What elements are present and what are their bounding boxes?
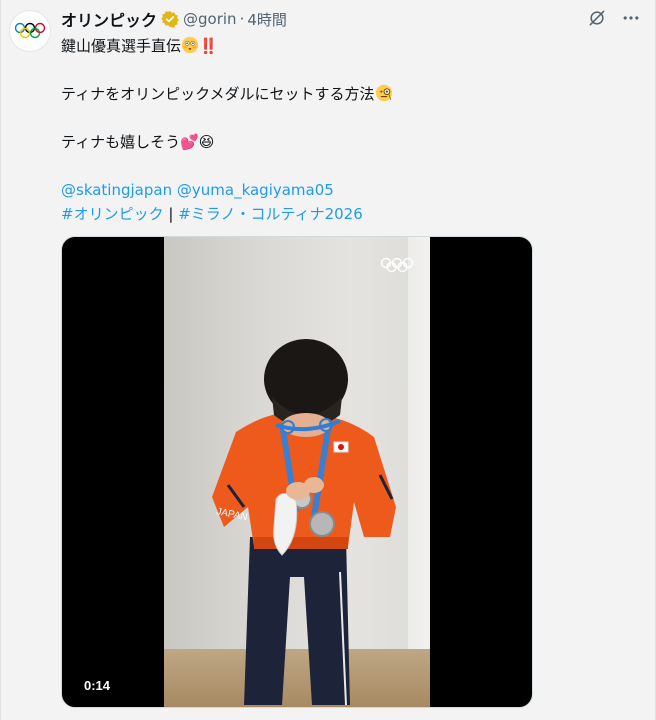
tweet-text-1: 鍵山優真選手直伝: [61, 37, 182, 55]
hashtags-line: #オリンピック | #ミラノ・コルティナ2026: [61, 202, 641, 226]
separator: ·: [239, 10, 245, 28]
grinning-squinting-emoji: 😆: [198, 133, 215, 151]
tweet-header: オリンピック @gorin · 4時間: [61, 8, 287, 30]
hashtag-olympic[interactable]: #オリンピック: [61, 205, 164, 223]
double-exclamation-emoji: ‼️: [199, 37, 218, 55]
tweet-line-3: ティナも嬉しそう💕😆: [61, 130, 641, 154]
two-hearts-emoji: 💕: [180, 133, 199, 151]
display-name[interactable]: オリンピック: [61, 7, 157, 31]
tweet-text-3: ティナも嬉しそう: [61, 133, 181, 151]
video-duration: 0:14: [84, 678, 111, 693]
timestamp[interactable]: 4時間: [247, 9, 287, 30]
mention-yuma-kagiyama[interactable]: @yuma_kagiyama05: [177, 181, 334, 199]
monocle-face-emoji-icon: [375, 84, 392, 102]
avatar[interactable]: [9, 10, 51, 52]
more-icon[interactable]: [621, 8, 641, 28]
handle[interactable]: @gorin: [183, 10, 237, 28]
video-player[interactable]: JAPAN 0:14: [61, 236, 533, 708]
olympic-rings-watermark-icon: [380, 257, 414, 273]
mention-skatingjapan[interactable]: @skatingjapan: [61, 181, 172, 199]
verified-badge-icon[interactable]: [161, 10, 179, 28]
tweet-text-2: ティナをオリンピックメダルにセットする方法: [61, 85, 375, 103]
video-frame: JAPAN: [164, 237, 430, 707]
grok-icon[interactable]: [587, 8, 607, 28]
top-actions: [587, 8, 641, 28]
olympic-rings-icon: [14, 22, 46, 39]
athlete-figure: JAPAN: [212, 339, 396, 706]
tweet-body: 鍵山優真選手直伝 ‼️ ティナをオリンピックメダルにセットする方法 ティナも嬉し…: [61, 34, 641, 226]
tweet-line-1: 鍵山優真選手直伝 ‼️: [61, 34, 641, 58]
tweet-line-2: ティナをオリンピックメダルにセットする方法: [61, 82, 641, 106]
flushed-face-emoji-icon: [181, 36, 199, 54]
hashtag-separator: |: [168, 205, 174, 223]
mentions-line: @skatingjapan @yuma_kagiyama05: [61, 178, 641, 202]
tweet-card[interactable]: オリンピック @gorin · 4時間 鍵山優真選手直伝 ‼️ ティナをオリンピ…: [0, 0, 656, 720]
hashtag-milano-cortina[interactable]: #ミラノ・コルティナ2026: [178, 205, 363, 223]
